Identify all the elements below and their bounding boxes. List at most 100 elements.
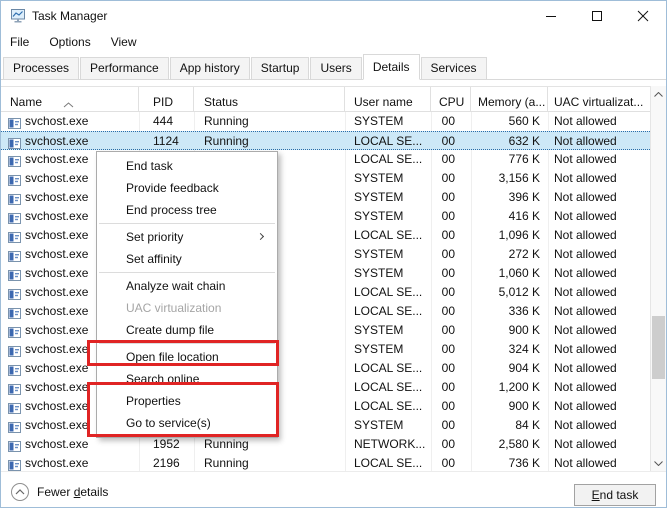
- tab-users[interactable]: Users: [310, 57, 362, 79]
- highlight-box-open-file-location: [87, 340, 279, 366]
- window-title: Task Manager: [32, 9, 108, 23]
- process-cpu: 00: [441, 247, 455, 261]
- process-user: SYSTEM: [354, 247, 404, 261]
- process-memory: 1,060 K: [498, 266, 540, 280]
- menu-separator: [99, 272, 275, 273]
- process-cpu: 00: [441, 342, 455, 356]
- context-menu-item-end-process-tree[interactable]: End process tree: [97, 199, 277, 221]
- process-memory: 1,096 K: [498, 228, 540, 242]
- process-uac: Not allowed: [554, 437, 617, 451]
- application-icon: [8, 268, 21, 283]
- menu-file[interactable]: File: [1, 31, 39, 53]
- application-icon: [8, 192, 21, 207]
- process-cpu: 00: [441, 228, 455, 242]
- context-menu-item-analyze-wait-chain[interactable]: Analyze wait chain: [97, 275, 277, 297]
- tab-processes[interactable]: Processes: [3, 57, 80, 79]
- process-memory: 2,580 K: [498, 437, 540, 451]
- process-uac: Not allowed: [554, 361, 617, 375]
- application-icon: [8, 325, 21, 340]
- process-cpu: 00: [441, 171, 455, 185]
- process-uac: Not allowed: [554, 304, 617, 318]
- application-icon: [8, 287, 21, 302]
- application-icon: [8, 344, 21, 359]
- application-icon: [8, 211, 21, 226]
- process-uac: Not allowed: [554, 209, 617, 223]
- process-cpu: 00: [441, 304, 455, 318]
- process-name: svchost.exe: [25, 399, 89, 413]
- process-name: svchost.exe: [25, 437, 89, 451]
- tab-app-history[interactable]: App history: [169, 57, 250, 79]
- process-cpu: 00: [441, 209, 455, 223]
- process-cpu: 00: [441, 437, 455, 451]
- close-button[interactable]: [620, 1, 666, 31]
- process-cpu: 00: [441, 134, 455, 148]
- column-header-user-name[interactable]: User name: [345, 87, 431, 111]
- sort-ascending-icon: [63, 89, 74, 111]
- context-menu-item-create-dump-file[interactable]: Create dump file: [97, 319, 277, 341]
- menu-options[interactable]: Options: [39, 31, 100, 53]
- context-menu-item-set-affinity[interactable]: Set affinity: [97, 248, 277, 270]
- context-menu-item-end-task[interactable]: End task: [97, 155, 277, 177]
- column-header-name[interactable]: Name: [1, 87, 139, 111]
- process-uac: Not allowed: [554, 114, 617, 128]
- process-name: svchost.exe: [25, 304, 89, 318]
- table-row[interactable]: svchost.exe 2196 Running LOCAL SE... 00 736 K…: [1, 454, 652, 471]
- process-uac: Not allowed: [554, 228, 617, 242]
- process-user: LOCAL SE...: [354, 456, 423, 470]
- scrollbar-thumb[interactable]: [652, 316, 665, 379]
- scroll-up-icon[interactable]: [651, 86, 666, 102]
- process-name: svchost.exe: [25, 209, 89, 223]
- process-user: SYSTEM: [354, 266, 404, 280]
- process-cpu: 00: [441, 418, 455, 432]
- process-cpu: 00: [441, 323, 455, 337]
- process-cpu: 00: [441, 114, 455, 128]
- tab-services[interactable]: Services: [420, 57, 487, 79]
- process-user: SYSTEM: [354, 190, 404, 204]
- vertical-scrollbar[interactable]: [650, 86, 666, 471]
- column-header-pid[interactable]: PID: [139, 87, 194, 111]
- maximize-button[interactable]: [574, 1, 620, 31]
- context-menu-item-provide-feedback[interactable]: Provide feedback: [97, 177, 277, 199]
- process-memory: 776 K: [508, 152, 540, 166]
- process-uac: Not allowed: [554, 399, 617, 413]
- column-header-cpu[interactable]: CPU: [431, 87, 471, 111]
- process-cpu: 00: [441, 152, 455, 166]
- process-cpu: 00: [441, 361, 455, 375]
- column-header-uac-virtualization[interactable]: UAC virtualizat...: [548, 87, 652, 111]
- menu-view[interactable]: View: [101, 31, 147, 53]
- process-user: SYSTEM: [354, 209, 404, 223]
- column-header-status[interactable]: Status: [194, 87, 345, 111]
- context-menu-item-set-priority[interactable]: Set priority: [97, 226, 277, 248]
- process-memory: 272 K: [508, 247, 540, 261]
- minimize-button[interactable]: [528, 1, 574, 31]
- process-cpu: 00: [441, 285, 455, 299]
- context-menu-item-uac-virtualization: UAC virtualization: [126, 301, 222, 315]
- application-icon: [8, 306, 21, 321]
- process-name: svchost.exe: [25, 456, 89, 470]
- process-user: LOCAL SE...: [354, 228, 423, 242]
- column-header-memory[interactable]: Memory (a...: [471, 87, 548, 111]
- fewer-details-button[interactable]: Fewer details: [11, 483, 108, 501]
- process-memory: 324 K: [508, 342, 540, 356]
- process-memory: 900 K: [508, 323, 540, 337]
- process-user: LOCAL SE...: [354, 361, 423, 375]
- end-task-button[interactable]: End task: [574, 484, 656, 506]
- process-user: LOCAL SE...: [354, 304, 423, 318]
- process-name: svchost.exe: [25, 418, 89, 432]
- tab-details[interactable]: Details: [362, 54, 420, 80]
- tab-startup[interactable]: Startup: [250, 57, 310, 79]
- process-uac: Not allowed: [554, 247, 617, 261]
- scroll-down-icon[interactable]: [651, 455, 666, 471]
- process-status: Running: [204, 134, 249, 148]
- process-uac: Not allowed: [554, 190, 617, 204]
- process-user: SYSTEM: [354, 114, 404, 128]
- process-name: svchost.exe: [25, 285, 89, 299]
- tab-performance[interactable]: Performance: [80, 57, 169, 79]
- process-memory: 396 K: [508, 190, 540, 204]
- process-uac: Not allowed: [554, 285, 617, 299]
- tab-bar: Processes Performance App history Startu…: [1, 53, 666, 80]
- process-memory: 416 K: [508, 209, 540, 223]
- application-icon: [8, 401, 21, 416]
- table-row[interactable]: svchost.exe 1124 Running LOCAL SE... 00 632 K…: [1, 131, 652, 150]
- table-row[interactable]: svchost.exe 444 Running SYSTEM 00 560 K Not al…: [1, 112, 652, 131]
